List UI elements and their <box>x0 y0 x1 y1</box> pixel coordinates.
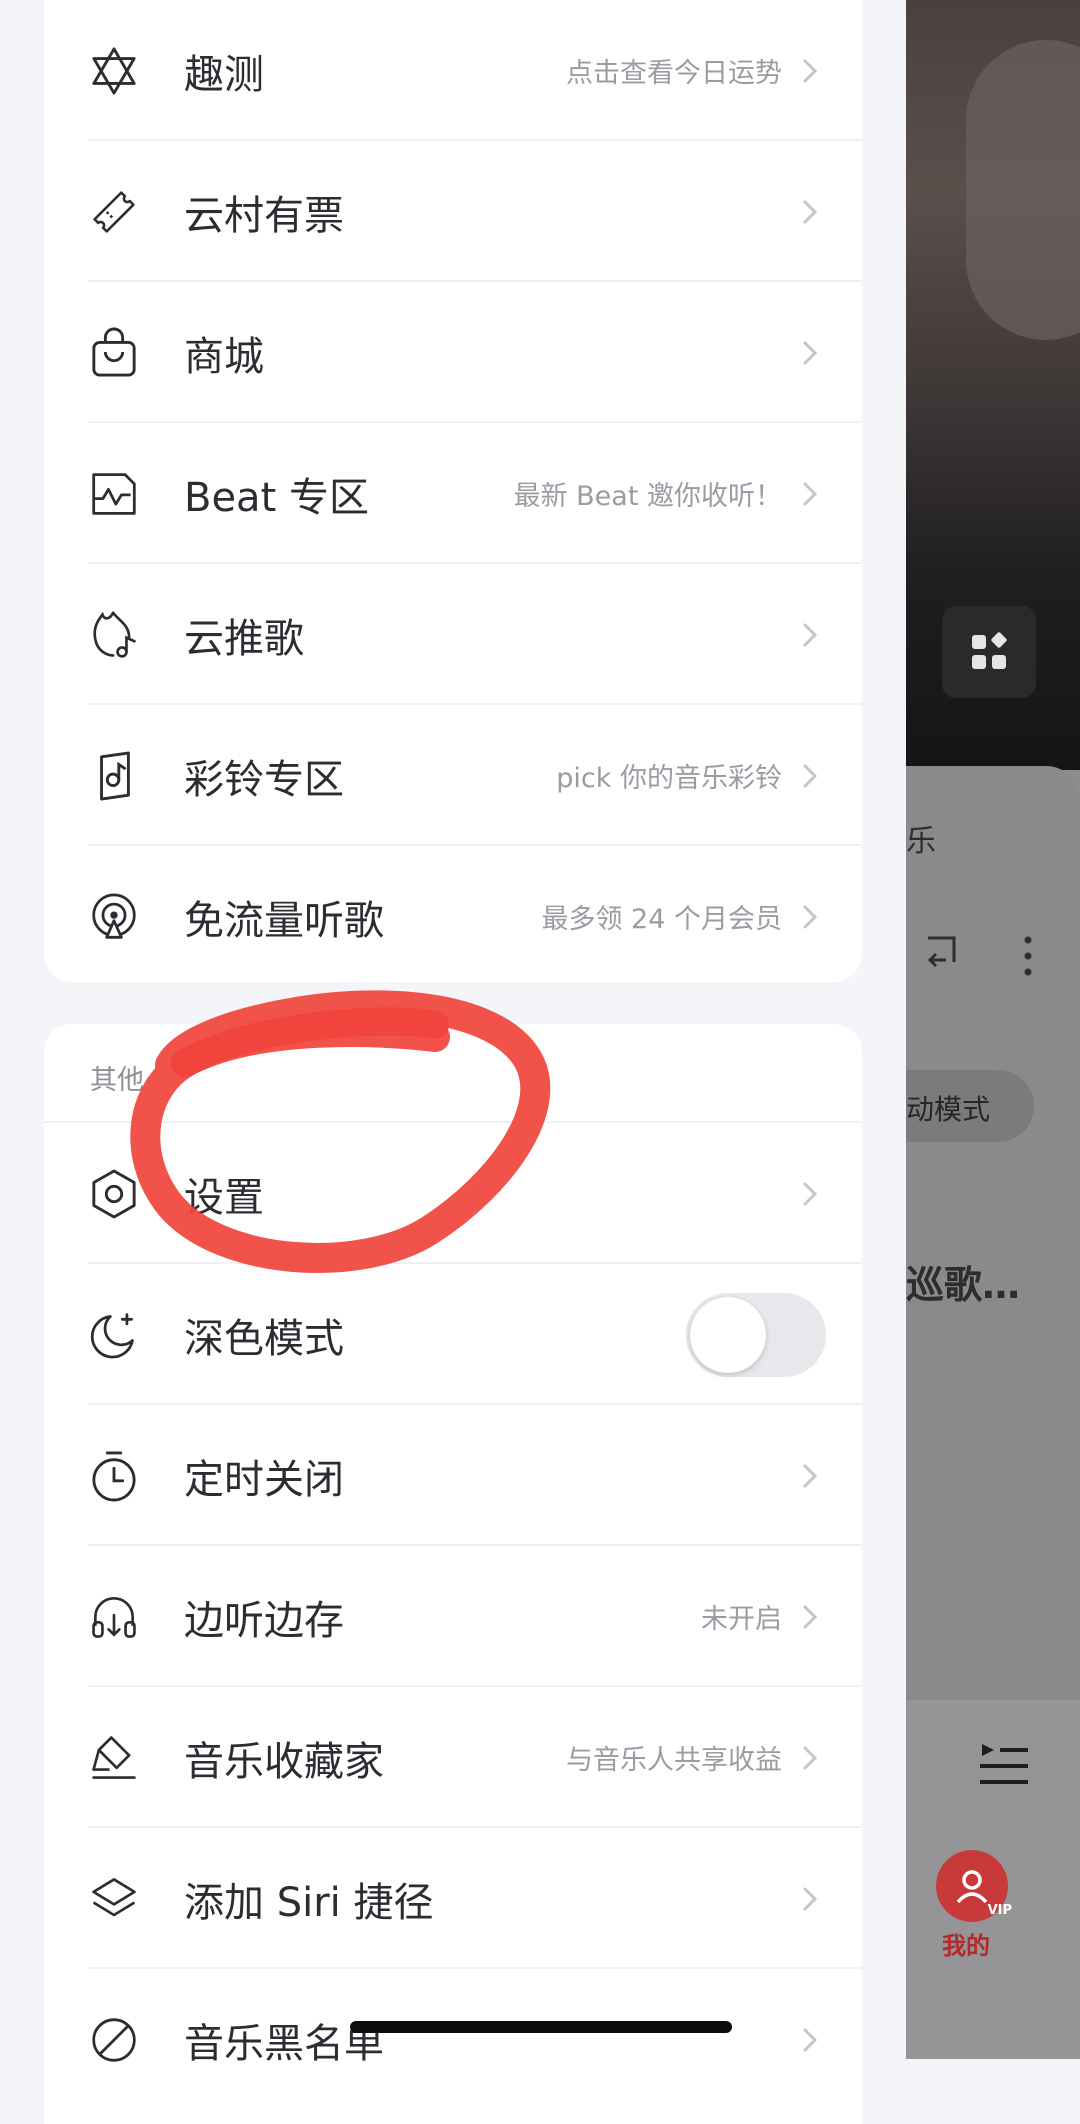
block-icon <box>90 2016 138 2064</box>
menu-item-free-data[interactable]: 免流量听歌 最多领 24 个月会员 <box>44 846 862 987</box>
menu-item-blacklist[interactable]: 音乐黑名单 <box>44 1969 862 2110</box>
chevron-right-icon <box>798 764 822 788</box>
menu-item-subtitle: 与音乐人共享收益 <box>566 1745 782 1776</box>
chevron-right-icon <box>798 200 822 224</box>
more-icon <box>1022 934 1034 978</box>
menu-item-timer[interactable]: 定时关闭 <box>44 1405 862 1546</box>
menu-item-subtitle: 最新 Beat 邀你收听！ <box>513 481 782 512</box>
menu-item-label: 云村有票 <box>184 192 344 239</box>
settings-hexagon-icon <box>90 1169 138 1218</box>
menu-card-other: 其他 设置 深色模式 定时关闭 边听边存 未开启 音乐收藏家 与音乐人共享收益 … <box>44 1024 862 2124</box>
menu-item-label: 添加 Siri 捷径 <box>184 1879 434 1926</box>
chevron-right-icon <box>798 482 822 506</box>
menu-item-label: 彩铃专区 <box>184 756 344 803</box>
background-song-title: 巡歌… <box>906 1263 1021 1307</box>
menu-item-quce[interactable]: 趣测 点击查看今日运势 <box>44 0 862 141</box>
menu-item-subtitle: pick 你的音乐彩铃 <box>556 763 782 794</box>
moon-icon <box>90 1311 138 1359</box>
vip-badge: VIP <box>987 1903 1012 1918</box>
chevron-right-icon <box>798 623 822 647</box>
mine-avatar-icon[interactable]: VIP <box>936 1850 1012 1922</box>
headphones-download-icon <box>90 1593 138 1641</box>
ticket-icon <box>90 188 138 236</box>
hexagram-icon <box>90 46 138 95</box>
grid-icon[interactable] <box>942 606 1036 698</box>
menu-item-subtitle: 最多领 24 个月会员 <box>541 904 782 935</box>
menu-item-label: 深色模式 <box>184 1315 344 1362</box>
share-icon <box>916 930 962 976</box>
chevron-right-icon <box>798 1746 822 1770</box>
dark-mode-toggle[interactable] <box>686 1292 826 1377</box>
shopping-bag-icon <box>90 327 138 377</box>
podcast-signal-icon <box>90 892 138 941</box>
collector-icon <box>90 1734 138 1782</box>
menu-item-siri-shortcut[interactable]: 添加 Siri 捷径 <box>44 1828 862 1969</box>
menu-item-mall[interactable]: 商城 <box>44 282 862 423</box>
menu-item-music-collector[interactable]: 音乐收藏家 与音乐人共享收益 <box>44 1687 862 1828</box>
chevron-right-icon <box>798 2028 822 2052</box>
background-mode-pill: 动模式 <box>906 1070 1034 1142</box>
menu-item-label: 音乐收藏家 <box>184 1738 384 1785</box>
chevron-right-icon <box>798 1605 822 1629</box>
menu-item-label: 定时关闭 <box>184 1456 344 1503</box>
side-drawer: 趣测 点击查看今日运势 云村有票 商城 Beat 专区 最新 Beat 邀你收听… <box>0 0 906 2124</box>
background-text: 乐 <box>906 824 936 859</box>
menu-item-cache-while-listening[interactable]: 边听边存 未开启 <box>44 1546 862 1687</box>
flame-note-icon <box>90 610 138 659</box>
background-app: 乐 动模式 巡歌… VIP 我的 <box>906 0 1080 2059</box>
menu-item-ringtone[interactable]: 彩铃专区 pick 你的音乐彩铃 <box>44 705 862 846</box>
menu-item-settings[interactable]: 设置 <box>44 1123 862 1264</box>
chevron-right-icon <box>798 1182 822 1206</box>
chevron-right-icon <box>798 59 822 83</box>
chevron-right-icon <box>798 905 822 929</box>
chevron-right-icon <box>798 341 822 365</box>
menu-item-label: 商城 <box>184 333 264 380</box>
timer-icon <box>90 1451 138 1501</box>
menu-item-label: 设置 <box>184 1174 264 1221</box>
menu-item-label: 云推歌 <box>184 615 304 662</box>
beat-icon <box>90 470 138 518</box>
ringtone-icon <box>90 751 138 800</box>
menu-item-label: 趣测 <box>184 51 264 98</box>
layers-icon <box>90 1875 138 1923</box>
menu-item-label: Beat 专区 <box>184 474 369 521</box>
menu-item-subtitle: 未开启 <box>701 1604 782 1635</box>
menu-item-label: 免流量听歌 <box>184 897 384 944</box>
menu-item-dark-mode[interactable]: 深色模式 <box>44 1264 862 1405</box>
menu-item-subtitle: 点击查看今日运势 <box>566 58 782 89</box>
menu-item-beat[interactable]: Beat 专区 最新 Beat 邀你收听！ <box>44 423 862 564</box>
menu-item-tickets[interactable]: 云村有票 <box>44 141 862 282</box>
home-indicator[interactable] <box>350 2021 732 2033</box>
chevron-right-icon <box>798 1887 822 1911</box>
menu-item-yuntuige[interactable]: 云推歌 <box>44 564 862 705</box>
tab-mine[interactable]: 我的 <box>942 1926 990 1961</box>
menu-item-label: 音乐黑名单 <box>184 2020 384 2067</box>
menu-item-label: 边听边存 <box>184 1597 344 1644</box>
chevron-right-icon <box>798 1464 822 1488</box>
menu-card-top: 趣测 点击查看今日运势 云村有票 商城 Beat 专区 最新 Beat 邀你收听… <box>44 0 862 982</box>
playlist-icon <box>976 1740 1032 1790</box>
section-title: 其他 <box>90 1065 144 1096</box>
